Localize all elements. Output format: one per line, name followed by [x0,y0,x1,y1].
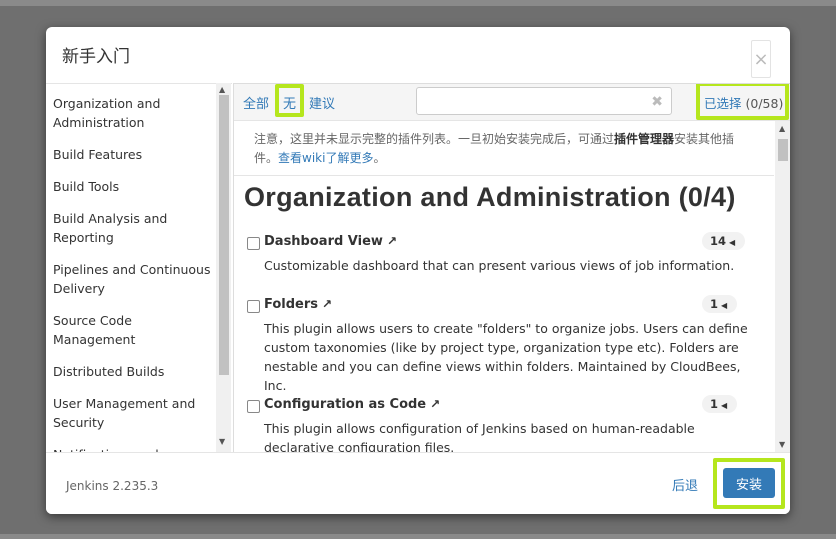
plugin-list-scrollbar[interactable]: ▲ ▼ [775,121,790,453]
caret-left-icon: ◀ [721,301,728,310]
plugin-checkbox[interactable] [247,400,260,413]
back-button[interactable]: 后退 [672,475,698,494]
plugin-description: This plugin allows configuration of Jenk… [264,421,695,453]
scroll-down-icon[interactable]: ▼ [219,438,225,446]
sidebar-item-build-features[interactable]: Build Features [53,145,213,164]
plugin-name[interactable]: Dashboard View ↗ [264,234,397,249]
plugin-description: This plugin allows users to create "fold… [264,321,748,393]
sidebar-item-build-analysis-and-reporting[interactable]: Build Analysis and Reporting [53,209,213,247]
sidebar-item-distributed-builds[interactable]: Distributed Builds [53,362,213,381]
caret-left-icon: ◀ [721,401,728,410]
plugin-manager-text: 插件管理器 [614,132,675,146]
plugin-search-input[interactable] [421,91,645,113]
category-heading: Organization and Administration (0/4) [244,182,736,212]
highlight-box-none [275,84,304,117]
sidebar-scrollbar[interactable]: ▲ ▼ [216,83,231,452]
caret-left-icon: ◀ [729,238,736,247]
external-link-icon[interactable]: ↗ [322,297,332,311]
dependency-badge[interactable]: 1 ◀ [702,395,738,413]
dependency-count: 1 [710,297,719,311]
close-icon: × [753,48,769,70]
plugin-toolbar: 全部 无 建议 ✖ 已选择 (0/58) [234,84,790,121]
notice-text-end: 。 [373,151,386,165]
scroll-down-icon[interactable]: ▼ [779,441,785,449]
plugin-list: Organization and Administration (0/4) Da… [234,176,774,453]
backdrop-bottom [0,534,836,539]
select-all-link[interactable]: 全部 [243,93,269,112]
scroll-up-icon[interactable]: ▲ [219,86,225,94]
sidebar-item-pipelines-and-continuous-delivery[interactable]: Pipelines and Continuous Delivery [53,260,213,298]
plugin-search-box: ✖ [416,87,672,115]
dependency-count: 14 [710,234,727,248]
plugin-checkbox[interactable] [247,300,260,313]
sidebar-item-user-management-and-security[interactable]: User Management and Security [53,394,213,432]
sidebar-item-organization-and-administration[interactable]: Organization and Administration [53,94,213,132]
plugin-name[interactable]: Configuration as Code ↗ [264,397,440,412]
backdrop [0,0,836,6]
wiki-link[interactable]: 查看wiki了解更多 [278,151,373,165]
scroll-up-icon[interactable]: ▲ [779,125,785,133]
notice-text: 注意，这里并未显示完整的插件列表。一旦初始安装完成后，可通过插件管理器安装其他插… [234,121,774,176]
select-suggested-link[interactable]: 建议 [309,93,335,112]
jenkins-version: Jenkins 2.235.3 [66,479,159,493]
getting-started-dialog: 新手入门 × Organization and Administration B… [46,27,790,514]
plugin-name-text: Configuration as Code [264,397,427,412]
plugin-panel: 全部 无 建议 ✖ 已选择 (0/58) 注意，这里并未显示完整的插件列表。一旦… [233,83,790,453]
plugin-name-text: Dashboard View [264,234,383,249]
dialog-title: 新手入门 [62,47,130,67]
external-link-icon[interactable]: ↗ [430,397,440,411]
plugin-description: Customizable dashboard that can present … [264,258,735,273]
sidebar-scroll-thumb[interactable] [219,95,229,375]
highlight-box-selected [696,84,789,120]
external-link-icon[interactable]: ↗ [387,234,397,248]
plugin-checkbox[interactable] [247,237,260,250]
dependency-count: 1 [710,397,719,411]
plugin-name-text: Folders [264,297,319,312]
install-button[interactable]: 安装 [723,468,775,498]
sidebar-item-build-tools[interactable]: Build Tools [53,177,213,196]
clear-search-icon[interactable]: ✖ [651,94,663,110]
plugin-name[interactable]: Folders ↗ [264,297,332,312]
dependency-badge[interactable]: 14 ◀ [702,232,746,250]
dependency-badge[interactable]: 1 ◀ [702,295,738,313]
plugin-list-scroll-thumb[interactable] [778,139,788,161]
dialog-header: 新手入门 × [46,27,790,81]
close-button[interactable]: × [751,40,771,78]
category-sidebar: Organization and Administration Build Fe… [46,83,232,453]
notice-text-part: 注意，这里并未显示完整的插件列表。一旦初始安装完成后，可通过 [254,132,615,146]
notice-paragraph: 注意，这里并未显示完整的插件列表。一旦初始安装完成后，可通过插件管理器安装其他插… [254,130,754,168]
sidebar-item-source-code-management[interactable]: Source Code Management [53,311,213,349]
dialog-footer: Jenkins 2.235.3 后退 安装 [46,452,790,514]
